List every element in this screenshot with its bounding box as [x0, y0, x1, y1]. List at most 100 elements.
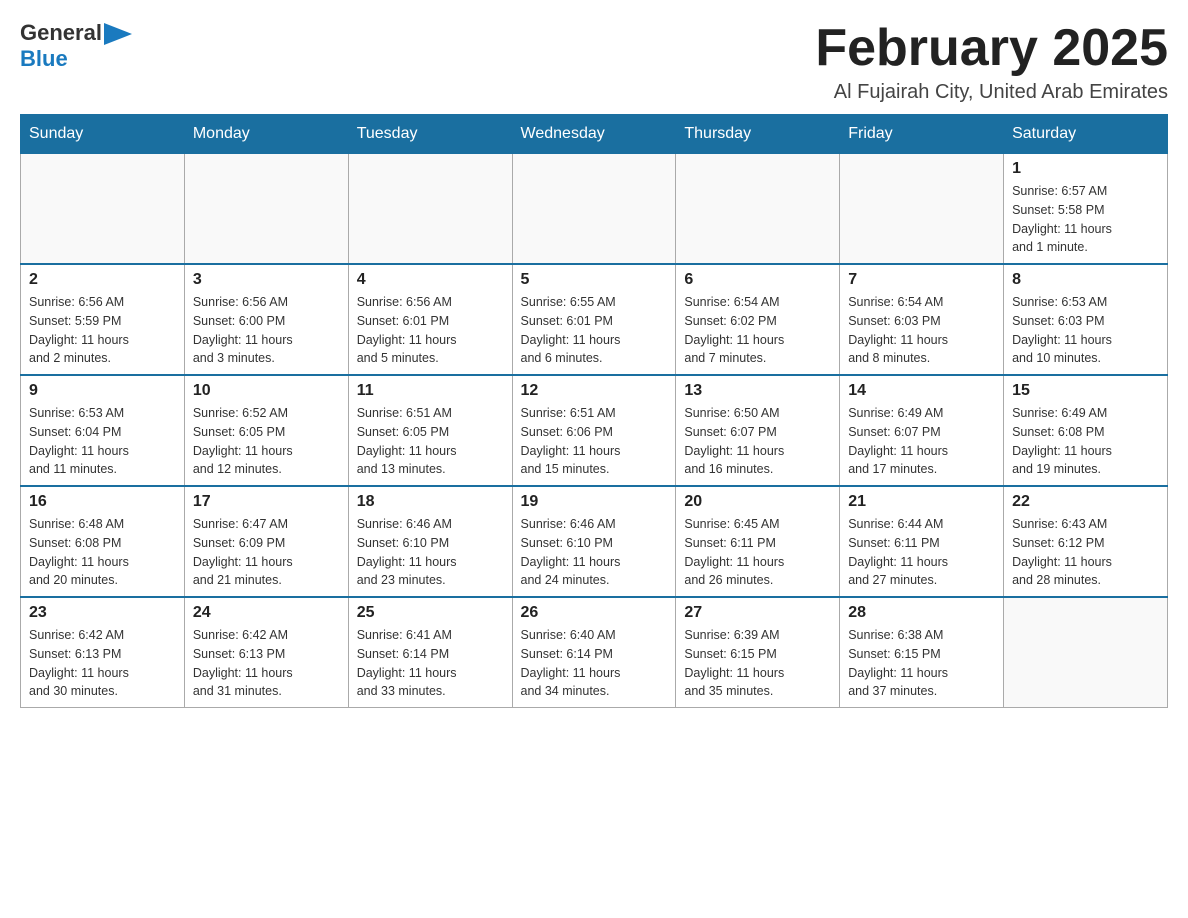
page-header: General Blue February 2025 Al Fujairah C…	[20, 20, 1168, 104]
calendar-day-cell	[676, 154, 840, 265]
day-number: 18	[357, 493, 504, 511]
calendar-day-cell: 4Sunrise: 6:56 AM Sunset: 6:01 PM Daylig…	[348, 264, 512, 375]
calendar-day-cell: 23 Sunrise: 6:42 AM Sunset: 6:13 PM Dayli…	[21, 597, 185, 708]
day-number: 23	[29, 604, 176, 622]
calendar-day-cell: 8 Sunrise: 6:53 AM Sunset: 6:03 PM Daylig…	[1004, 264, 1168, 375]
calendar-day-cell	[348, 154, 512, 265]
calendar-day-cell	[1004, 597, 1168, 708]
day-info: Sunrise: 6:48 AM Sunset: 6:08 PM Dayligh…	[29, 515, 176, 590]
day-number: 5	[521, 271, 668, 289]
calendar-day-cell: 28 Sunrise: 6:38 AM Sunset: 6:15 PM Dayli…	[840, 597, 1004, 708]
calendar-day-cell: 27 Sunrise: 6:39 AM Sunset: 6:15 PM Dayli…	[676, 597, 840, 708]
location-subtitle: Al Fujairah City, United Arab Emirates	[815, 81, 1168, 104]
day-number: 28	[848, 604, 995, 622]
day-number: 1	[1012, 160, 1159, 178]
day-number: 21	[848, 493, 995, 511]
day-info: Sunrise: 6:57 AM Sunset: 5:58 PM Dayligh…	[1012, 182, 1159, 257]
day-info: Sunrise: 6:54 AM Sunset: 6:02 PM Dayligh…	[684, 293, 831, 368]
day-info: Sunrise: 6:46 AM Sunset: 6:10 PM Dayligh…	[521, 515, 668, 590]
day-info: Sunrise: 6:39 AM Sunset: 6:15 PM Dayligh…	[684, 626, 831, 701]
day-info: Sunrise: 6:47 AM Sunset: 6:09 PM Dayligh…	[193, 515, 340, 590]
calendar-day-cell: 2 Sunrise: 6:56 AM Sunset: 5:59 PM Daylig…	[21, 264, 185, 375]
logo-general: General	[20, 20, 102, 46]
calendar-week-row: 16 Sunrise: 6:48 AM Sunset: 6:08 PM Dayli…	[21, 486, 1168, 597]
calendar-header-tuesday: Tuesday	[348, 115, 512, 154]
calendar-day-cell: 18 Sunrise: 6:46 AM Sunset: 6:10 PM Dayli…	[348, 486, 512, 597]
day-info: Sunrise: 6:43 AM Sunset: 6:12 PM Dayligh…	[1012, 515, 1159, 590]
day-info: Sunrise: 6:45 AM Sunset: 6:11 PM Dayligh…	[684, 515, 831, 590]
day-number: 7	[848, 271, 995, 289]
calendar-day-cell: 26Sunrise: 6:40 AM Sunset: 6:14 PM Dayli…	[512, 597, 676, 708]
calendar-table: SundayMondayTuesdayWednesdayThursdayFrid…	[20, 114, 1168, 708]
day-number: 12	[521, 382, 668, 400]
logo: General Blue	[20, 20, 132, 72]
calendar-day-cell: 14 Sunrise: 6:49 AM Sunset: 6:07 PM Dayli…	[840, 375, 1004, 486]
calendar-day-cell: 7 Sunrise: 6:54 AM Sunset: 6:03 PM Daylig…	[840, 264, 1004, 375]
calendar-day-cell: 19 Sunrise: 6:46 AM Sunset: 6:10 PM Dayli…	[512, 486, 676, 597]
calendar-day-cell: 9 Sunrise: 6:53 AM Sunset: 6:04 PM Daylig…	[21, 375, 185, 486]
calendar-week-row: 2 Sunrise: 6:56 AM Sunset: 5:59 PM Daylig…	[21, 264, 1168, 375]
day-info: Sunrise: 6:44 AM Sunset: 6:11 PM Dayligh…	[848, 515, 995, 590]
calendar-day-cell	[512, 154, 676, 265]
day-number: 2	[29, 271, 176, 289]
day-info: Sunrise: 6:54 AM Sunset: 6:03 PM Dayligh…	[848, 293, 995, 368]
day-info: Sunrise: 6:56 AM Sunset: 5:59 PM Dayligh…	[29, 293, 176, 368]
day-info: Sunrise: 6:51 AM Sunset: 6:06 PM Dayligh…	[521, 404, 668, 479]
logo-triangle-icon	[104, 23, 132, 45]
day-info: Sunrise: 6:53 AM Sunset: 6:03 PM Dayligh…	[1012, 293, 1159, 368]
calendar-day-cell: 17 Sunrise: 6:47 AM Sunset: 6:09 PM Dayli…	[184, 486, 348, 597]
day-info: Sunrise: 6:53 AM Sunset: 6:04 PM Dayligh…	[29, 404, 176, 479]
day-info: Sunrise: 6:46 AM Sunset: 6:10 PM Dayligh…	[357, 515, 504, 590]
day-number: 3	[193, 271, 340, 289]
calendar-header-wednesday: Wednesday	[512, 115, 676, 154]
day-info: Sunrise: 6:50 AM Sunset: 6:07 PM Dayligh…	[684, 404, 831, 479]
day-info: Sunrise: 6:51 AM Sunset: 6:05 PM Dayligh…	[357, 404, 504, 479]
day-number: 20	[684, 493, 831, 511]
day-number: 11	[357, 382, 504, 400]
calendar-day-cell: 11 Sunrise: 6:51 AM Sunset: 6:05 PM Dayli…	[348, 375, 512, 486]
day-info: Sunrise: 6:52 AM Sunset: 6:05 PM Dayligh…	[193, 404, 340, 479]
calendar-day-cell: 13 Sunrise: 6:50 AM Sunset: 6:07 PM Dayli…	[676, 375, 840, 486]
day-number: 25	[357, 604, 504, 622]
calendar-day-cell	[840, 154, 1004, 265]
month-title: February 2025	[815, 20, 1168, 77]
calendar-week-row: 1 Sunrise: 6:57 AM Sunset: 5:58 PM Daylig…	[21, 154, 1168, 265]
day-info: Sunrise: 6:38 AM Sunset: 6:15 PM Dayligh…	[848, 626, 995, 701]
day-number: 10	[193, 382, 340, 400]
calendar-day-cell: 25Sunrise: 6:41 AM Sunset: 6:14 PM Dayli…	[348, 597, 512, 708]
calendar-week-row: 9 Sunrise: 6:53 AM Sunset: 6:04 PM Daylig…	[21, 375, 1168, 486]
day-number: 6	[684, 271, 831, 289]
calendar-day-cell: 24 Sunrise: 6:42 AM Sunset: 6:13 PM Dayli…	[184, 597, 348, 708]
day-info: Sunrise: 6:49 AM Sunset: 6:08 PM Dayligh…	[1012, 404, 1159, 479]
calendar-header-thursday: Thursday	[676, 115, 840, 154]
calendar-day-cell: 3 Sunrise: 6:56 AM Sunset: 6:00 PM Daylig…	[184, 264, 348, 375]
day-number: 22	[1012, 493, 1159, 511]
title-block: February 2025 Al Fujairah City, United A…	[815, 20, 1168, 104]
day-info: Sunrise: 6:55 AM Sunset: 6:01 PM Dayligh…	[521, 293, 668, 368]
logo-blue: Blue	[20, 46, 132, 72]
day-number: 14	[848, 382, 995, 400]
calendar-day-cell: 16 Sunrise: 6:48 AM Sunset: 6:08 PM Dayli…	[21, 486, 185, 597]
calendar-header-sunday: Sunday	[21, 115, 185, 154]
day-number: 8	[1012, 271, 1159, 289]
day-number: 19	[521, 493, 668, 511]
calendar-day-cell: 15 Sunrise: 6:49 AM Sunset: 6:08 PM Dayli…	[1004, 375, 1168, 486]
day-number: 24	[193, 604, 340, 622]
day-info: Sunrise: 6:42 AM Sunset: 6:13 PM Dayligh…	[29, 626, 176, 701]
day-number: 17	[193, 493, 340, 511]
day-number: 13	[684, 382, 831, 400]
calendar-day-cell: 21 Sunrise: 6:44 AM Sunset: 6:11 PM Dayli…	[840, 486, 1004, 597]
calendar-day-cell: 10 Sunrise: 6:52 AM Sunset: 6:05 PM Dayli…	[184, 375, 348, 486]
calendar-day-cell: 20 Sunrise: 6:45 AM Sunset: 6:11 PM Dayli…	[676, 486, 840, 597]
calendar-day-cell	[21, 154, 185, 265]
calendar-week-row: 23 Sunrise: 6:42 AM Sunset: 6:13 PM Dayli…	[21, 597, 1168, 708]
day-info: Sunrise: 6:42 AM Sunset: 6:13 PM Dayligh…	[193, 626, 340, 701]
day-number: 15	[1012, 382, 1159, 400]
calendar-day-cell	[184, 154, 348, 265]
day-number: 9	[29, 382, 176, 400]
day-info: Sunrise: 6:49 AM Sunset: 6:07 PM Dayligh…	[848, 404, 995, 479]
day-number: 27	[684, 604, 831, 622]
calendar-header-monday: Monday	[184, 115, 348, 154]
day-info: Sunrise: 6:56 AM Sunset: 6:00 PM Dayligh…	[193, 293, 340, 368]
day-number: 16	[29, 493, 176, 511]
